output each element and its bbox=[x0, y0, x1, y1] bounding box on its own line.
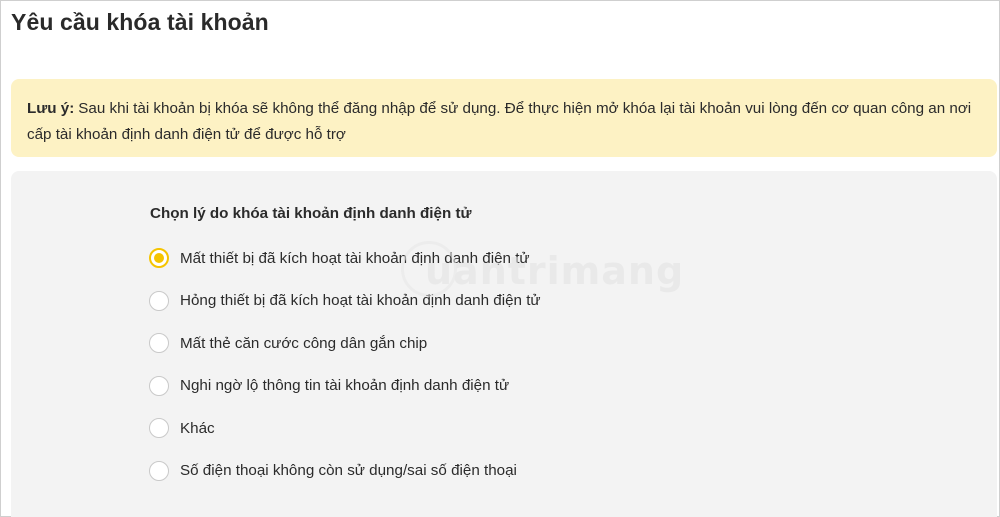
reason-form-title: Chọn lý do khóa tài khoản định danh điện… bbox=[150, 205, 472, 222]
reason-option-label: Mất thẻ căn cước công dân gắn chip bbox=[180, 334, 428, 352]
notice-text: Sau khi tài khoản bị khóa sẽ không thể đ… bbox=[27, 100, 972, 143]
reason-option-label: Khác bbox=[180, 419, 215, 437]
reason-option-info-leak[interactable]: Nghi ngờ lộ thông tin tài khoản định dan… bbox=[149, 375, 541, 397]
reason-option-label: Nghi ngờ lộ thông tin tài khoản định dan… bbox=[180, 377, 510, 395]
page-title: Yêu cầu khóa tài khoản bbox=[11, 9, 269, 35]
reason-option-lost-id-card[interactable]: Mất thẻ căn cước công dân gắn chip bbox=[149, 332, 541, 354]
notice-label: Lưu ý: bbox=[27, 100, 75, 117]
reason-option-broken-device[interactable]: Hỏng thiết bị đã kích hoạt tài khoản địn… bbox=[149, 290, 541, 312]
reason-form-panel: Chọn lý do khóa tài khoản định danh điện… bbox=[11, 171, 997, 517]
reason-option-lost-device[interactable]: Mất thiết bị đã kích hoạt tài khoản định… bbox=[149, 247, 541, 269]
reason-option-other[interactable]: Khác bbox=[149, 417, 541, 439]
reason-option-label: Mất thiết bị đã kích hoạt tài khoản định… bbox=[180, 249, 530, 267]
radio-button[interactable] bbox=[149, 248, 169, 268]
radio-button[interactable] bbox=[149, 460, 169, 481]
page-frame: Yêu cầu khóa tài khoản Lưu ý: Sau khi tài… bbox=[0, 0, 1000, 517]
radio-button[interactable] bbox=[149, 375, 169, 396]
reason-option-label: Hỏng thiết bị đã kích hoạt tài khoản địn… bbox=[180, 292, 541, 310]
warning-notice: Lưu ý: Sau khi tài khoản bị khóa sẽ không… bbox=[11, 79, 997, 157]
radio-button[interactable] bbox=[149, 290, 169, 311]
reason-option-phone-number[interactable]: Số điện thoại không còn sử dụng/sai số đ… bbox=[149, 460, 541, 482]
reason-option-label: Số điện thoại không còn sử dụng/sai số đ… bbox=[180, 462, 517, 480]
reason-radio-group: Mất thiết bị đã kích hoạt tài khoản định… bbox=[149, 247, 541, 503]
radio-button[interactable] bbox=[149, 333, 169, 354]
radio-button[interactable] bbox=[149, 418, 169, 439]
